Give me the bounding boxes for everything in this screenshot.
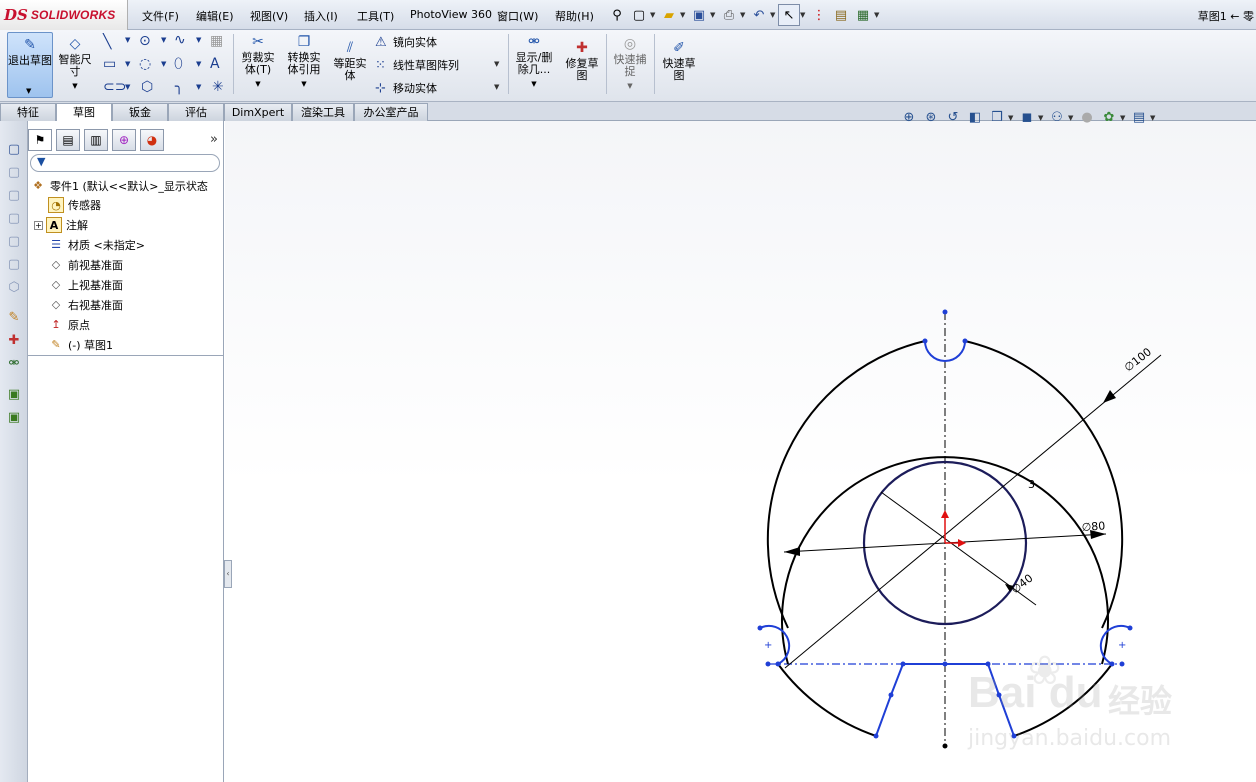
sketch-point[interactable]	[900, 661, 906, 667]
dimension-text-40[interactable]: ∅40	[1009, 572, 1036, 597]
sketch-point[interactable]	[775, 661, 781, 667]
sketch-point[interactable]	[873, 733, 879, 739]
sketch-point[interactable]	[757, 625, 763, 631]
origin-arrow-x	[958, 539, 966, 547]
sketch-point[interactable]	[922, 338, 928, 344]
dimension-text-80[interactable]: ∅80	[1081, 519, 1105, 534]
arrowhead	[1103, 390, 1116, 403]
watermark: ❀ Bai du 经验 jingyan.baidu.com	[968, 648, 1228, 758]
origin-arrow-y	[941, 510, 949, 518]
dimension-text-small[interactable]: 3	[1028, 478, 1035, 491]
sketch-point[interactable]	[962, 338, 968, 344]
sketch-point[interactable]	[1127, 625, 1133, 631]
watermark-brand: Bai du	[968, 668, 1103, 717]
sketch-point[interactable]	[888, 692, 894, 698]
sketch-point[interactable]	[942, 743, 948, 749]
sketch-point[interactable]	[942, 661, 948, 667]
solidworks-window: DS SOLIDWORKS 文件(F) 编辑(E) 视图(V) 插入(I) 工具…	[0, 0, 1256, 782]
arc-center-mark: +	[764, 640, 772, 651]
outer-circle-arc-right[interactable]	[964, 340, 1124, 629]
dimension-text-100[interactable]: ∅100	[1122, 345, 1154, 374]
watermark-url: jingyan.baidu.com	[968, 726, 1172, 751]
arrowhead	[784, 547, 800, 556]
sketch-point[interactable]	[942, 309, 948, 315]
watermark-cn: 经验	[1108, 682, 1173, 720]
outer-circle-arc-bottom-left[interactable]	[777, 663, 877, 737]
sketch-point[interactable]	[765, 661, 771, 667]
outer-circle-arc-left[interactable]	[766, 340, 926, 629]
